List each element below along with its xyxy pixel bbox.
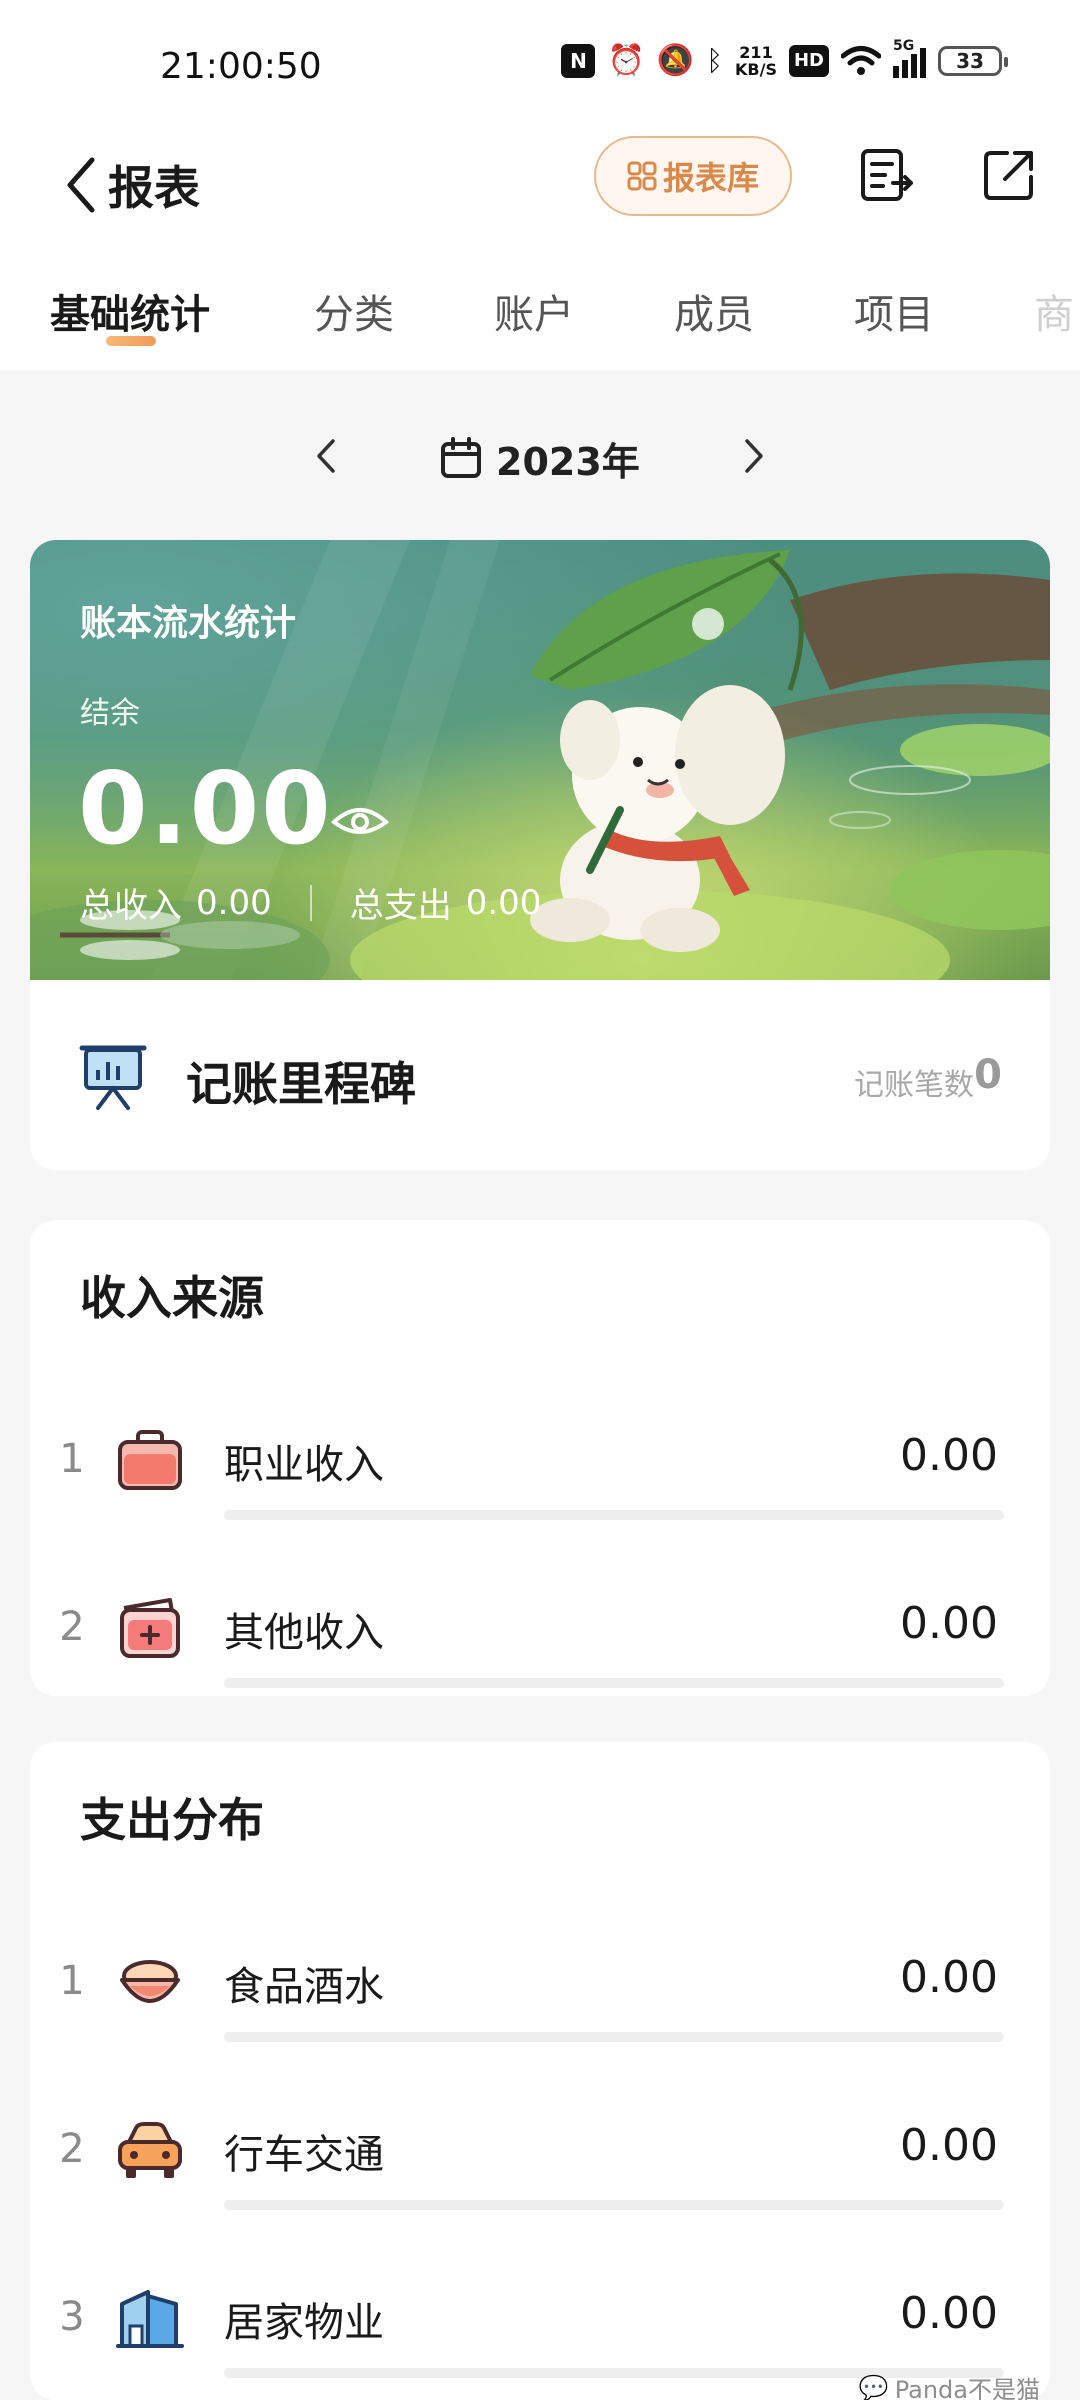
totals-divider xyxy=(309,884,312,921)
bluetooth-icon: ᛒ xyxy=(706,44,724,77)
share-button[interactable] xyxy=(978,144,1040,206)
report-page: 21:00:50 N ⏰ 🔕 ᛒ 211 KB/S HD 5G 33 报表 报表… xyxy=(0,0,1080,2400)
grid-icon xyxy=(627,161,657,191)
balance-value: 0.00 xyxy=(78,750,333,867)
total-expense-value: 0.00 xyxy=(465,882,542,923)
tab-account[interactable]: 账户 xyxy=(494,282,574,340)
status-icons: N ⏰ 🔕 ᛒ 211 KB/S HD 5G 33 xyxy=(561,38,1008,78)
next-year-button[interactable] xyxy=(724,426,784,486)
back-button[interactable] xyxy=(50,150,110,220)
building-icon xyxy=(116,2290,184,2348)
food-bowl-icon xyxy=(120,1960,180,2003)
tab-project[interactable]: 项目 xyxy=(854,282,934,340)
row-name: 行车交通 xyxy=(224,2132,384,2178)
battery-icon: 33 xyxy=(938,46,1008,76)
row-amount: 0.00 xyxy=(900,1430,998,1481)
nfc-icon: N xyxy=(561,44,596,78)
year-label: 2023年 xyxy=(496,439,640,484)
tab-merchant[interactable]: 商 xyxy=(1034,282,1074,340)
export-button[interactable] xyxy=(856,144,918,206)
row-name: 居家物业 xyxy=(224,2300,384,2346)
income-row[interactable]: 1 职业收入 0.00 xyxy=(30,1402,1050,1522)
status-time: 21:00:50 xyxy=(160,46,322,87)
row-progress-bar xyxy=(224,2032,1004,2042)
milestone-title: 记账里程碑 xyxy=(186,1057,416,1111)
row-rank: 2 xyxy=(59,2126,85,2172)
banner-title: 账本流水统计 xyxy=(80,603,297,644)
income-sources-card: 收入来源 1 职业收入 0.00 2 其他收入 0.00 xyxy=(30,1220,1050,1696)
signal-5g-label: 5G xyxy=(893,38,915,54)
expense-distribution-card: 支出分布 1 食品酒水 0.00 2 行车交通 0.00 3 居家物业 0.00 xyxy=(30,1742,1050,2400)
presentation-board-icon xyxy=(79,1045,147,1110)
year-selector: 2023年 xyxy=(0,420,1080,500)
network-speed-value: 211 xyxy=(739,43,773,62)
page-title: 报表 xyxy=(108,161,200,215)
tab-category[interactable]: 分类 xyxy=(314,282,394,340)
row-rank: 1 xyxy=(59,1958,85,2004)
expense-row[interactable]: 1 食品酒水 0.00 xyxy=(30,1924,1050,2044)
status-bar: 21:00:50 N ⏰ 🔕 ᛒ 211 KB/S HD 5G 33 xyxy=(0,0,1080,130)
year-picker[interactable]: 2023年 xyxy=(440,428,640,488)
prev-year-button[interactable] xyxy=(296,426,356,486)
row-rank: 1 xyxy=(59,1436,85,1482)
mute-icon: 🔕 xyxy=(656,43,695,78)
income-row[interactable]: 2 其他收入 0.00 xyxy=(30,1570,1050,1690)
chevron-left-icon xyxy=(67,157,95,213)
row-progress-bar xyxy=(224,1678,1004,1688)
expense-distribution-title: 支出分布 xyxy=(80,1793,264,1847)
banner-totals: 总收入 0.00 总支出 0.00 xyxy=(80,878,541,927)
expense-row[interactable]: 3 居家物业 0.00 xyxy=(30,2260,1050,2380)
tab-member[interactable]: 成员 xyxy=(674,282,754,340)
income-sources-title: 收入来源 xyxy=(80,1271,264,1325)
row-amount: 0.00 xyxy=(900,2288,998,2339)
total-income-value: 0.00 xyxy=(196,882,272,923)
active-tab-indicator xyxy=(106,336,156,346)
chevron-right-icon xyxy=(745,439,763,473)
row-amount: 0.00 xyxy=(900,1598,998,1649)
row-rank: 2 xyxy=(59,1604,85,1650)
row-name: 职业收入 xyxy=(224,1442,384,1488)
row-name: 食品酒水 xyxy=(224,1964,384,2010)
header: 报表 报表库 xyxy=(0,130,1080,240)
report-library-button[interactable]: 报表库 xyxy=(594,136,792,216)
network-speed-unit: KB/S xyxy=(735,60,777,79)
watermark-text: Panda不是猫 xyxy=(894,2376,1040,2400)
total-income-label: 总收入 xyxy=(80,886,182,926)
row-rank: 3 xyxy=(59,2294,85,2340)
tab-bar: 基础统计 分类 账户 成员 项目 商 xyxy=(0,240,1080,370)
share-icon xyxy=(984,151,1033,200)
wallet-plus-icon xyxy=(120,1598,180,1658)
ledger-summary-banner: 账本流水统计 结余 0.00 总收入 0.00 总支出 0.00 xyxy=(30,540,1050,980)
briefcase-icon xyxy=(118,1430,182,1490)
chevron-left-icon xyxy=(317,439,335,473)
row-amount: 0.00 xyxy=(900,1952,998,2003)
expense-row[interactable]: 2 行车交通 0.00 xyxy=(30,2092,1050,2212)
alarm-icon: ⏰ xyxy=(607,43,645,78)
wechat-icon: 💬 xyxy=(858,2373,889,2400)
row-name: 其他收入 xyxy=(224,1610,384,1656)
row-amount: 0.00 xyxy=(900,2120,998,2171)
record-count-value: 0 xyxy=(974,1052,1002,1098)
row-progress-bar xyxy=(224,1510,1004,1520)
tab-basic-stats[interactable]: 基础统计 xyxy=(50,282,210,340)
total-expense-label: 总支出 xyxy=(349,886,452,926)
car-icon xyxy=(118,2122,182,2178)
row-progress-bar xyxy=(224,2200,1004,2210)
milestone-card[interactable]: 记账里程碑 记账笔数 0 xyxy=(30,980,1050,1170)
hd-icon: HD xyxy=(788,45,829,77)
report-library-label: 报表库 xyxy=(662,159,759,197)
watermark: 💬 Panda不是猫 xyxy=(859,2370,1040,2400)
balance-label: 结余 xyxy=(80,696,140,731)
eye-icon[interactable] xyxy=(330,802,390,842)
network-speed: 211 KB/S xyxy=(735,44,777,78)
export-list-icon xyxy=(861,149,913,201)
wifi-icon xyxy=(841,46,881,75)
record-count-label: 记账笔数 xyxy=(854,1068,974,1103)
signal-icon: 5G xyxy=(893,38,926,78)
calendar-icon xyxy=(441,437,481,478)
